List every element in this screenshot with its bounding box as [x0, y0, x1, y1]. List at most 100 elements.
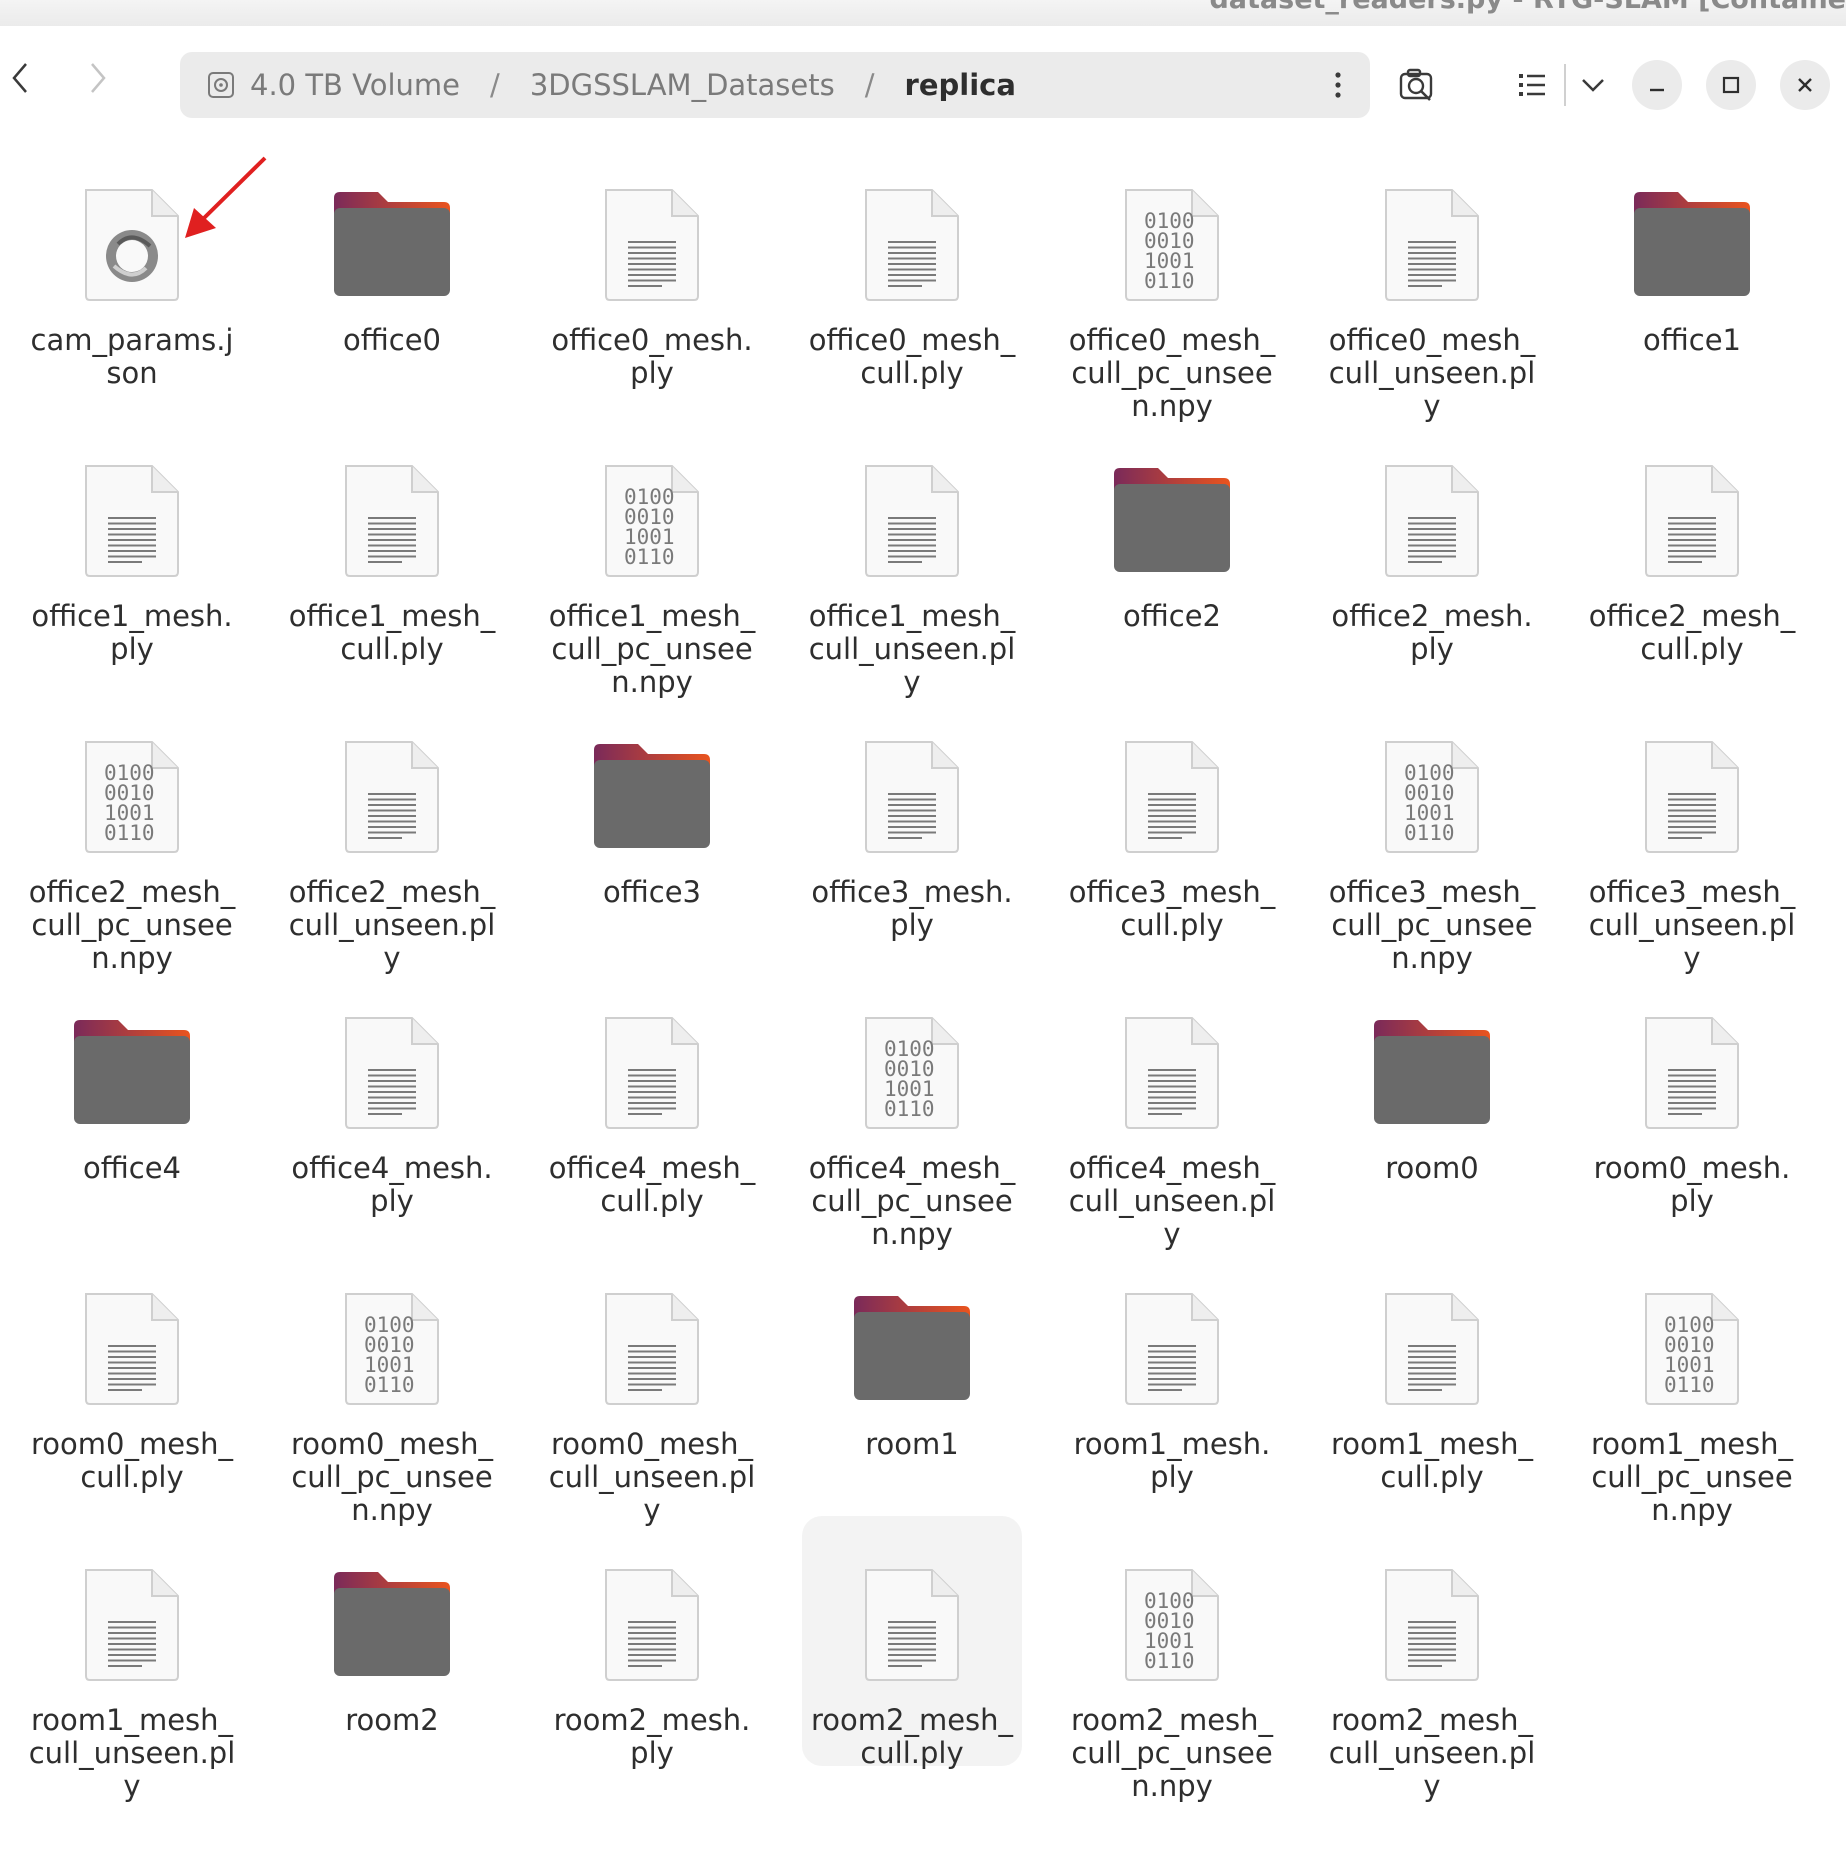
file-item[interactable]: office3_mesh_cull.ply	[1062, 688, 1282, 942]
file-item[interactable]: 0100 0010 1001 0110 office1_mesh_cull_pc_uns…	[542, 412, 762, 699]
binary-file-icon: 0100 0010 1001 0110	[332, 1288, 452, 1408]
file-name-label: office3_mesh.ply	[811, 875, 1013, 942]
file-name-label: office2_mesh_cull.ply	[1588, 599, 1796, 666]
minimize-button[interactable]	[1632, 60, 1682, 110]
file-item[interactable]: room2_mesh.ply	[542, 1516, 762, 1770]
back-button[interactable]	[0, 54, 40, 102]
hard-drive-icon	[208, 72, 234, 98]
file-item[interactable]: office4_mesh_cull.ply	[542, 964, 762, 1218]
file-item[interactable]: room1_mesh_cull.ply	[1322, 1240, 1542, 1494]
file-item[interactable]: 0100 0010 1001 0110 room0_mesh_cull_pc_unsee…	[282, 1240, 502, 1527]
file-item[interactable]: office1_mesh.ply	[22, 412, 242, 666]
file-name-label: room0_mesh_cull.ply	[30, 1427, 234, 1494]
file-item[interactable]: office2_mesh.ply	[1322, 412, 1542, 666]
text-file-icon	[1372, 184, 1492, 304]
file-item[interactable]: room2_mesh_cull.ply	[802, 1516, 1022, 1770]
binary-file-icon: 0100 0010 1001 0110	[1632, 1288, 1752, 1408]
file-name-label: office1_mesh_cull_unseen.ply	[808, 599, 1016, 699]
svg-text:0110: 0110	[884, 1097, 935, 1121]
chevron-right-icon	[91, 63, 106, 93]
file-item[interactable]: office0_mesh_cull_unseen.ply	[1322, 136, 1542, 423]
file-item[interactable]: room2_mesh_cull_unseen.ply	[1322, 1516, 1542, 1803]
text-file-icon	[852, 736, 972, 856]
file-item[interactable]: 0100 0010 1001 0110 office3_mesh_cull_pc_uns…	[1322, 688, 1542, 975]
file-item[interactable]: office2_mesh_cull_unseen.ply	[282, 688, 502, 975]
file-item[interactable]: office1_mesh_cull_unseen.ply	[802, 412, 1022, 699]
file-name-label: office4_mesh.ply	[291, 1151, 493, 1218]
file-item[interactable]: office4_mesh_cull_unseen.ply	[1062, 964, 1282, 1251]
folder-item[interactable]: room2	[282, 1516, 502, 1766]
folder-icon	[592, 736, 712, 856]
file-item[interactable]: 0100 0010 1001 0110 office2_mesh_cull_pc_uns…	[22, 688, 242, 975]
minimize-icon	[1650, 88, 1664, 92]
folder-item[interactable]: office4	[22, 964, 242, 1214]
view-mode-button[interactable]	[1512, 60, 1552, 110]
text-file-icon	[592, 1288, 712, 1408]
binary-file-icon: 0100 0010 1001 0110	[1112, 1564, 1232, 1684]
file-item[interactable]: room1_mesh.ply	[1062, 1240, 1282, 1494]
file-item[interactable]: office0_mesh.ply	[542, 136, 762, 390]
file-name-label: cam_params.json	[30, 323, 234, 390]
breadcrumb-volume[interactable]: 4.0 TB Volume	[250, 68, 460, 102]
breadcrumb-separator: /	[490, 68, 500, 102]
file-item[interactable]: office2_mesh_cull.ply	[1582, 412, 1802, 666]
text-file-icon	[332, 736, 452, 856]
file-name-label: room1	[865, 1427, 959, 1461]
folder-item[interactable]: office3	[542, 688, 762, 938]
file-item[interactable]: office4_mesh.ply	[282, 964, 502, 1218]
file-item[interactable]: 0100 0010 1001 0110 office0_mesh_cull_pc_uns…	[1062, 136, 1282, 423]
folder-item[interactable]: office0	[282, 136, 502, 386]
svg-text:0110: 0110	[1144, 1649, 1195, 1673]
search-button[interactable]	[1392, 60, 1442, 110]
breadcrumb-current-folder[interactable]: replica	[905, 68, 1016, 102]
file-item[interactable]: room0_mesh.ply	[1582, 964, 1802, 1218]
close-icon	[1798, 78, 1812, 92]
text-file-icon	[1372, 460, 1492, 580]
file-item[interactable]: cam_params.json	[22, 136, 242, 390]
folder-item[interactable]: room0	[1322, 964, 1542, 1214]
breadcrumb[interactable]: 4.0 TB Volume / 3DGSSLAM_Datasets / repl…	[180, 52, 1370, 118]
binary-file-icon: 0100 0010 1001 0110	[852, 1012, 972, 1132]
breadcrumb-datasets[interactable]: 3DGSSLAM_Datasets	[530, 68, 835, 102]
text-file-icon	[1112, 1288, 1232, 1408]
path-menu-button[interactable]	[1326, 66, 1350, 104]
file-name-label: office4_mesh_cull_unseen.ply	[1068, 1151, 1276, 1251]
file-item[interactable]: office0_mesh_cull.ply	[802, 136, 1022, 390]
file-item[interactable]: 0100 0010 1001 0110 office4_mesh_cull_pc_uns…	[802, 964, 1022, 1251]
svg-text:0110: 0110	[1144, 269, 1195, 293]
file-item[interactable]: office1_mesh_cull.ply	[282, 412, 502, 666]
view-options-dropdown[interactable]	[1572, 60, 1614, 110]
folder-icon	[852, 1288, 972, 1408]
close-button[interactable]	[1780, 60, 1830, 110]
svg-text:0110: 0110	[364, 1373, 415, 1397]
file-name-label: office3	[602, 875, 702, 909]
file-name-label: office3_mesh_cull.ply	[1068, 875, 1276, 942]
file-name-label: room1_mesh_cull_unseen.ply	[28, 1703, 236, 1803]
text-file-icon	[72, 460, 192, 580]
text-file-icon	[1372, 1288, 1492, 1408]
file-name-label: office1_mesh_cull_pc_unseen.npy	[548, 599, 756, 699]
folder-icon	[1372, 1012, 1492, 1132]
file-item[interactable]: room0_mesh_cull_unseen.ply	[542, 1240, 762, 1527]
folder-icon	[72, 1012, 192, 1132]
file-item[interactable]: 0100 0010 1001 0110 room1_mesh_cull_pc_unsee…	[1582, 1240, 1802, 1527]
file-item[interactable]: office3_mesh.ply	[802, 688, 1022, 942]
file-item[interactable]: room1_mesh_cull_unseen.ply	[22, 1516, 242, 1803]
file-item[interactable]: office3_mesh_cull_unseen.ply	[1582, 688, 1802, 975]
chevron-left-icon	[12, 63, 27, 93]
breadcrumb-separator: /	[864, 68, 875, 102]
text-file-icon	[1112, 736, 1232, 856]
file-name-label: room2_mesh_cull_unseen.ply	[1328, 1703, 1536, 1803]
file-item[interactable]: 0100 0010 1001 0110 room2_mesh_cull_pc_unsee…	[1062, 1516, 1282, 1803]
file-name-label: office2_mesh_cull_unseen.ply	[288, 875, 496, 975]
file-name-label: room1_mesh.ply	[1073, 1427, 1271, 1494]
folder-icon	[1632, 184, 1752, 304]
folder-item[interactable]: room1	[802, 1240, 1022, 1490]
forward-button[interactable]	[78, 54, 118, 102]
vertical-ellipsis-icon	[1335, 72, 1341, 98]
file-item[interactable]: room0_mesh_cull.ply	[22, 1240, 242, 1494]
folder-item[interactable]: office1	[1582, 136, 1802, 386]
folder-item[interactable]: office2	[1062, 412, 1282, 662]
folder-icon	[332, 184, 452, 304]
maximize-button[interactable]	[1706, 60, 1756, 110]
